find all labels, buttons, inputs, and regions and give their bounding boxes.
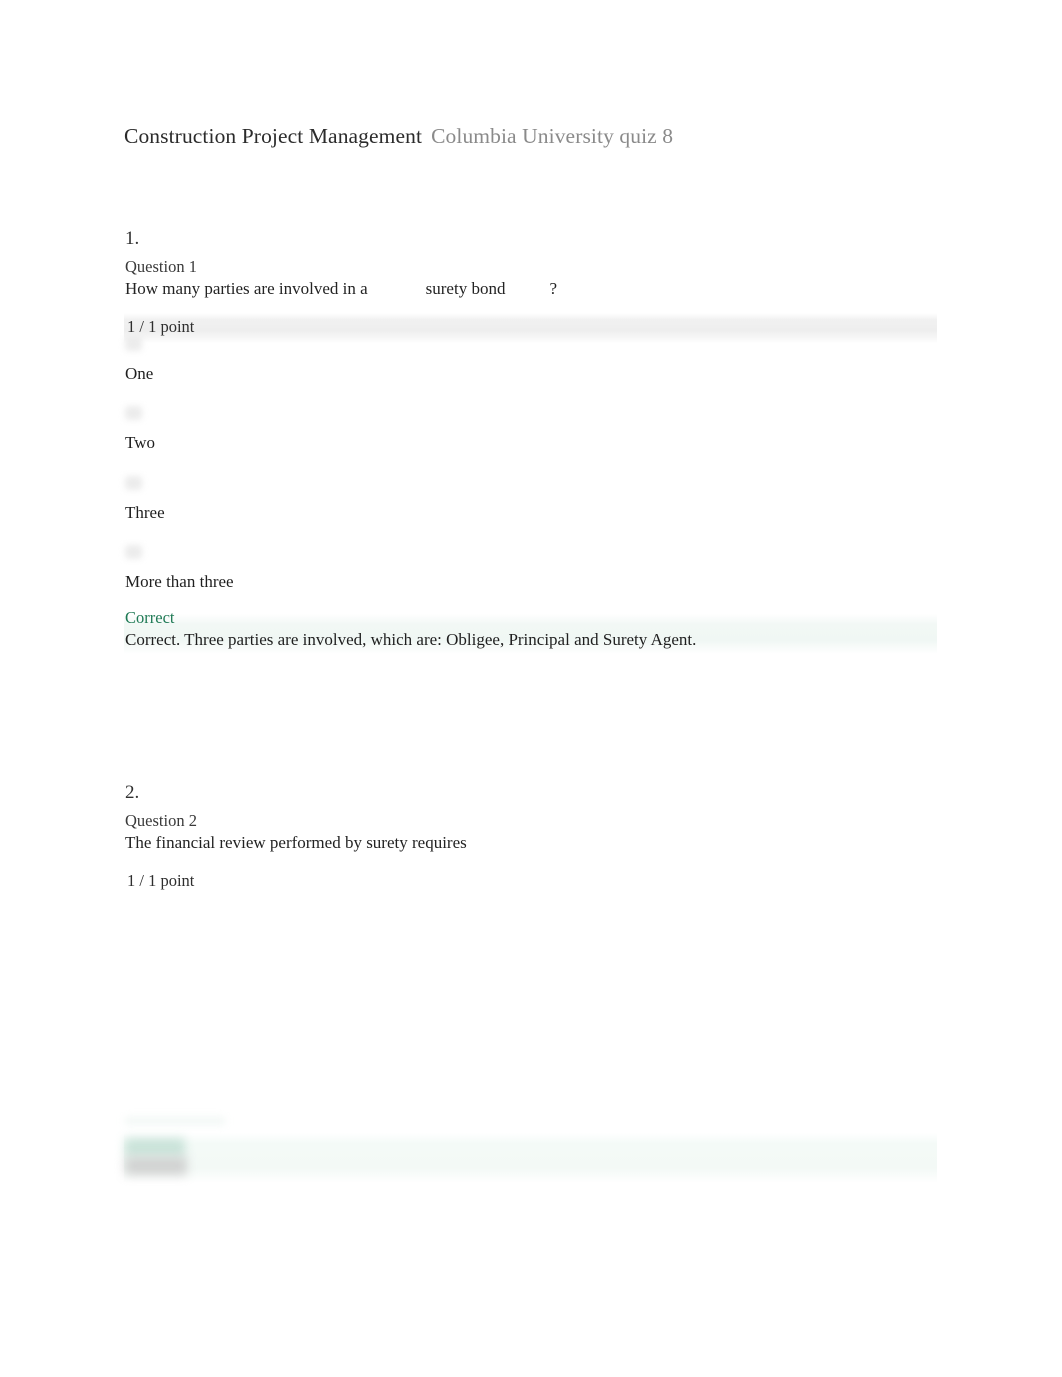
- question-1-points: 1 / 1 point: [127, 317, 195, 336]
- course-title: Construction Project Management: [124, 124, 423, 148]
- question-1-index: 1.: [125, 228, 140, 249]
- option-label-two: Two: [125, 433, 155, 452]
- question-1-text-before: How many parties are involved in a: [125, 278, 368, 298]
- option-label-one: One: [125, 364, 154, 383]
- question-2-text: The financial review performed by surety…: [125, 832, 938, 854]
- question-1-text-after: ?: [549, 278, 557, 298]
- question-1-feedback-status: Correct: [125, 608, 175, 627]
- question-1-feedback-text: Correct. Three parties are involved, whi…: [125, 630, 697, 650]
- question-2-label: Question 2: [125, 810, 197, 830]
- obscured-ghost-line: [125, 1117, 225, 1125]
- obscured-feedback-text: [125, 1157, 187, 1175]
- obscured-feedback-status: [125, 1138, 185, 1157]
- question-1-term-surety-bond[interactable]: surety bond: [426, 278, 506, 300]
- question-2-points: 1 / 1 point: [127, 871, 195, 890]
- radio-button-icon[interactable]: [125, 476, 142, 490]
- question-1-heading: 1. Question 1 How many parties are invol…: [124, 228, 938, 300]
- radio-button-icon[interactable]: [125, 545, 142, 559]
- question-2-feedback-obscured: [124, 1117, 937, 1183]
- document-header: Construction Project Management Columbia …: [124, 124, 673, 149]
- feedback-highlight-background: [124, 1133, 937, 1183]
- question-1-feedback: Correct Correct. Three parties are invol…: [124, 608, 937, 654]
- quiz-subtitle: Columbia University quiz 8: [431, 124, 674, 148]
- question-1-points-band: 1 / 1 point: [124, 313, 937, 343]
- document-page: Construction Project Management Columbia …: [0, 0, 1062, 1377]
- question-2-heading: 2. Question 2 The financial review perfo…: [124, 782, 938, 854]
- radio-button-icon[interactable]: [125, 337, 142, 351]
- question-2-text-before: The financial review performed by surety…: [125, 832, 467, 852]
- question-1-label: Question 1: [125, 256, 197, 276]
- radio-button-icon[interactable]: [125, 406, 142, 420]
- option-label-three: Three: [125, 503, 165, 522]
- question-2-index: 2.: [125, 782, 140, 803]
- question-1-text: How many parties are involved in a surety…: [125, 278, 938, 300]
- option-label-more-than-three: More than three: [125, 572, 234, 591]
